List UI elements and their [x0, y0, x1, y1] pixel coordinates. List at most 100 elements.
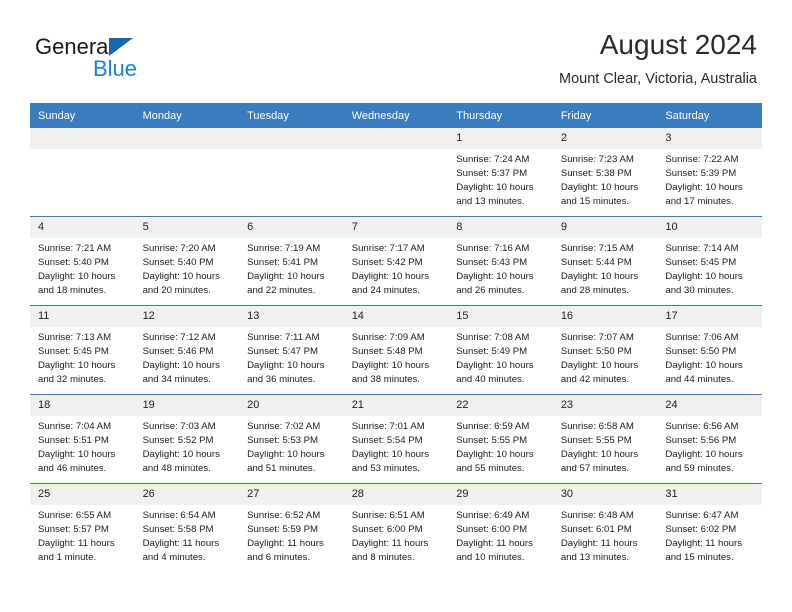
sunrise-text: Sunrise: 7:13 AM	[38, 332, 112, 343]
calendar-day-cell[interactable]: 5 Sunrise: 7:20 AM Sunset: 5:40 PM Daylight…	[134, 216, 240, 306]
sunrise-text: Sunrise: 6:47 AM	[665, 510, 739, 521]
sunset-text: Sunset: 5:44 PM	[560, 257, 632, 268]
day-details: Sunrise: 7:17 AM Sunset: 5:42 PM Daylight:…	[344, 238, 449, 298]
calendar-day-cell[interactable]: 4 Sunrise: 7:21 AM Sunset: 5:40 PM Daylight…	[30, 216, 135, 306]
calendar-day-cell[interactable]: 17 Sunrise: 7:06 AM Sunset: 5:50 PM Dayligh…	[657, 305, 762, 395]
sunset-text: Sunset: 5:50 PM	[560, 346, 632, 357]
daylight-text-line1: Daylight: 10 hours	[560, 360, 639, 371]
sunrise-text: Sunrise: 7:20 AM	[142, 243, 216, 254]
calendar-day-cell[interactable]: 21 Sunrise: 7:01 AM Sunset: 5:54 PM Dayligh…	[343, 394, 449, 484]
sunset-text: Sunset: 5:42 PM	[351, 257, 423, 268]
calendar-day-cell[interactable]: 16 Sunrise: 7:07 AM Sunset: 5:50 PM Dayligh…	[552, 305, 658, 395]
sunset-text: Sunset: 6:00 PM	[456, 524, 528, 535]
calendar-day-cell[interactable]: 20 Sunrise: 7:02 AM Sunset: 5:53 PM Dayligh…	[239, 394, 344, 484]
daylight-text-line1: Daylight: 10 hours	[456, 449, 534, 460]
daylight-text-line1: Daylight: 10 hours	[351, 271, 430, 282]
calendar-day-cell[interactable]: 22 Sunrise: 6:59 AM Sunset: 5:55 PM Dayligh…	[448, 394, 553, 484]
daylight-text-line1: Daylight: 10 hours	[142, 449, 220, 460]
sunrise-text: Sunrise: 6:48 AM	[560, 510, 634, 521]
title-block: August 2024 Mount Clear, Victoria, Austr…	[559, 28, 757, 90]
daylight-text-line1: Daylight: 11 hours	[142, 538, 220, 549]
daylight-text-line1: Daylight: 10 hours	[351, 360, 430, 371]
sunset-text: Sunset: 5:55 PM	[560, 435, 632, 446]
daylight-text-line1: Daylight: 10 hours	[456, 360, 534, 371]
calendar-day-cell[interactable]: 29 Sunrise: 6:49 AM Sunset: 6:00 PM Dayligh…	[448, 483, 553, 572]
daylight-text-line2: and 24 minutes.	[351, 285, 420, 296]
sunset-text: Sunset: 5:57 PM	[38, 524, 109, 535]
sunset-text: Sunset: 5:54 PM	[351, 435, 423, 446]
calendar-day-cell[interactable]: 2 Sunrise: 7:23 AM Sunset: 5:38 PM Daylight…	[552, 128, 658, 217]
day-number	[134, 128, 240, 149]
sunset-text: Sunset: 5:43 PM	[456, 257, 528, 268]
daylight-text-line1: Daylight: 10 hours	[665, 360, 743, 371]
sunset-text: Sunset: 5:51 PM	[38, 435, 109, 446]
day-number: 10	[657, 217, 762, 238]
sunset-text: Sunset: 5:53 PM	[247, 435, 319, 446]
calendar-day-cell[interactable]: 24 Sunrise: 6:56 AM Sunset: 5:56 PM Dayligh…	[657, 394, 762, 484]
brand-logo[interactable]: General Blue	[35, 34, 215, 90]
calendar-day-cell[interactable]: 8 Sunrise: 7:16 AM Sunset: 5:43 PM Daylight…	[448, 216, 553, 306]
day-details: Sunrise: 7:04 AM Sunset: 5:51 PM Daylight:…	[30, 416, 135, 476]
calendar-day-cell[interactable]: 1 Sunrise: 7:24 AM Sunset: 5:37 PM Daylight…	[448, 128, 553, 217]
sunrise-text: Sunrise: 7:21 AM	[38, 243, 112, 254]
sunset-text: Sunset: 5:37 PM	[456, 168, 528, 179]
calendar-day-cell[interactable]: 27 Sunrise: 6:52 AM Sunset: 5:59 PM Dayligh…	[239, 483, 344, 572]
sunset-text: Sunset: 5:59 PM	[247, 524, 319, 535]
sunrise-text: Sunrise: 7:03 AM	[142, 421, 216, 432]
location-subtitle: Mount Clear, Victoria, Australia	[559, 71, 757, 87]
calendar-day-cell[interactable]: 31 Sunrise: 6:47 AM Sunset: 6:02 PM Dayligh…	[657, 483, 762, 572]
weekday-header-row: Sunday Monday Tuesday Wednesday Thursday…	[30, 103, 762, 128]
calendar-day-cell[interactable]: 14 Sunrise: 7:09 AM Sunset: 5:48 PM Dayligh…	[343, 305, 449, 395]
day-details: Sunrise: 6:54 AM Sunset: 5:58 PM Daylight:…	[135, 505, 240, 565]
calendar-day-cell[interactable]: 18 Sunrise: 7:04 AM Sunset: 5:51 PM Dayligh…	[30, 394, 135, 484]
daylight-text-line1: Daylight: 10 hours	[665, 182, 743, 193]
day-details: Sunrise: 6:56 AM Sunset: 5:56 PM Daylight:…	[657, 416, 762, 476]
calendar-day-cell[interactable]: 13 Sunrise: 7:11 AM Sunset: 5:47 PM Dayligh…	[239, 305, 344, 395]
daylight-text-line1: Daylight: 10 hours	[247, 271, 325, 282]
day-details: Sunrise: 6:52 AM Sunset: 5:59 PM Daylight:…	[239, 505, 344, 565]
calendar-day-cell[interactable]: 25 Sunrise: 6:55 AM Sunset: 5:57 PM Dayligh…	[30, 483, 135, 572]
calendar-day-cell[interactable]: 26 Sunrise: 6:54 AM Sunset: 5:58 PM Dayligh…	[134, 483, 240, 572]
daylight-text-line1: Daylight: 10 hours	[665, 271, 743, 282]
calendar-day-cell[interactable]: 28 Sunrise: 6:51 AM Sunset: 6:00 PM Dayligh…	[343, 483, 449, 572]
calendar-day-cell[interactable]: 10 Sunrise: 7:14 AM Sunset: 5:45 PM Dayligh…	[657, 216, 762, 306]
calendar-day-cell[interactable]: 23 Sunrise: 6:58 AM Sunset: 5:55 PM Dayligh…	[552, 394, 658, 484]
day-number	[30, 128, 135, 149]
day-number: 29	[448, 484, 553, 505]
calendar-day-cell[interactable]: 30 Sunrise: 6:48 AM Sunset: 6:01 PM Dayligh…	[552, 483, 658, 572]
day-details: Sunrise: 7:01 AM Sunset: 5:54 PM Daylight:…	[344, 416, 449, 476]
daylight-text-line1: Daylight: 10 hours	[456, 271, 534, 282]
daylight-text-line2: and 28 minutes.	[560, 285, 630, 296]
daylight-text-line2: and 53 minutes.	[351, 463, 420, 474]
calendar-day-cell[interactable]: 6 Sunrise: 7:19 AM Sunset: 5:41 PM Daylight…	[239, 216, 344, 306]
daylight-text-line2: and 59 minutes.	[665, 463, 734, 474]
day-details: Sunrise: 7:13 AM Sunset: 5:45 PM Daylight:…	[30, 327, 135, 387]
daylight-text-line2: and 6 minutes.	[247, 552, 311, 563]
calendar-week-row: 1 Sunrise: 7:24 AM Sunset: 5:37 PM Daylight…	[30, 128, 762, 217]
calendar-day-cell[interactable]: 9 Sunrise: 7:15 AM Sunset: 5:44 PM Daylight…	[552, 216, 658, 306]
calendar-day-cell[interactable]: 12 Sunrise: 7:12 AM Sunset: 5:46 PM Dayligh…	[134, 305, 240, 395]
day-details: Sunrise: 7:22 AM Sunset: 5:39 PM Daylight:…	[657, 149, 762, 209]
calendar-day-cell[interactable]: 15 Sunrise: 7:08 AM Sunset: 5:49 PM Dayligh…	[448, 305, 553, 395]
calendar-day-cell[interactable]: 7 Sunrise: 7:17 AM Sunset: 5:42 PM Daylight…	[343, 216, 449, 306]
daylight-text-line2: and 57 minutes.	[560, 463, 630, 474]
day-number: 18	[30, 395, 135, 416]
sunrise-text: Sunrise: 6:51 AM	[351, 510, 425, 521]
day-number: 1	[448, 128, 553, 149]
daylight-text-line1: Daylight: 10 hours	[142, 360, 220, 371]
day-details: Sunrise: 7:19 AM Sunset: 5:41 PM Daylight:…	[239, 238, 344, 298]
weekday-header-saturday: Saturday	[657, 103, 762, 128]
calendar-day-cell[interactable]: 3 Sunrise: 7:22 AM Sunset: 5:39 PM Daylight…	[657, 128, 762, 217]
day-number: 2	[552, 128, 658, 149]
day-details: Sunrise: 7:14 AM Sunset: 5:45 PM Daylight:…	[657, 238, 762, 298]
calendar-page: General Blue August 2024 Mount Clear, Vi…	[0, 0, 792, 612]
calendar-day-cell-empty	[239, 128, 344, 217]
daylight-text-line2: and 55 minutes.	[456, 463, 525, 474]
daylight-text-line2: and 15 minutes.	[560, 196, 630, 207]
calendar-day-cell[interactable]: 19 Sunrise: 7:03 AM Sunset: 5:52 PM Dayligh…	[134, 394, 240, 484]
sunset-text: Sunset: 5:48 PM	[351, 346, 423, 357]
sunrise-text: Sunrise: 7:16 AM	[456, 243, 530, 254]
sunset-text: Sunset: 5:46 PM	[142, 346, 214, 357]
daylight-text-line2: and 30 minutes.	[665, 285, 734, 296]
calendar-day-cell[interactable]: 11 Sunrise: 7:13 AM Sunset: 5:45 PM Dayligh…	[30, 305, 135, 395]
